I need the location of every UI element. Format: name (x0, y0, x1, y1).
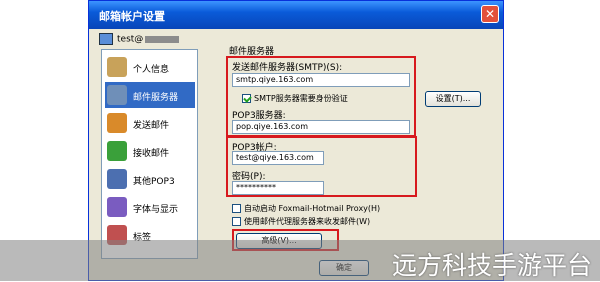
password-input[interactable]: ********** (232, 181, 324, 195)
category-item-send[interactable]: 发送邮件 (105, 110, 195, 136)
category-item-pop3[interactable]: 其他POP3 (105, 166, 195, 192)
account-name-blur (145, 35, 180, 43)
receive-mail-icon (107, 141, 127, 161)
smtp-server-input[interactable]: smtp.qiye.163.com (232, 73, 410, 87)
foxmail-proxy-option[interactable]: 自动启动 Foxmail-Hotmail Proxy(H) (232, 203, 380, 214)
account-name: test@ (117, 34, 144, 45)
category-item-font[interactable]: 字体与显示 (105, 194, 195, 220)
mail-proxy-checkbox[interactable] (232, 217, 241, 226)
category-item-receive[interactable]: 接收邮件 (105, 138, 195, 164)
category-label: 字体与显示 (133, 205, 179, 215)
smtp-auth-label: SMTP服务器需要身份验证 (254, 94, 348, 103)
mail-proxy-option[interactable]: 使用邮件代理服务器来收发邮件(W) (232, 216, 370, 227)
window-title: 邮箱帐户设置 (99, 10, 165, 23)
category-label: 发送邮件 (133, 121, 170, 131)
category-label: 接收邮件 (133, 149, 170, 159)
user-card-icon (107, 57, 127, 77)
mail-proxy-label: 使用邮件代理服务器来收发邮件(W) (244, 217, 371, 226)
settings-button[interactable]: 设置(T)... (425, 91, 481, 107)
smtp-auth-checkbox[interactable] (242, 94, 251, 103)
pop3-icon (107, 169, 127, 189)
account-header: test@ (99, 33, 180, 45)
category-label: 邮件服务器 (133, 93, 179, 103)
close-button[interactable]: ✕ (481, 5, 499, 23)
smtp-label: 发送邮件服务器(SMTP)(S): (232, 63, 343, 73)
title-bar[interactable]: 邮箱帐户设置 ✕ (89, 1, 503, 29)
send-mail-icon (107, 113, 127, 133)
category-item-personal[interactable]: 个人信息 (105, 54, 195, 80)
font-icon (107, 197, 127, 217)
category-list: 个人信息 邮件服务器 发送邮件 接收邮件 其他POP3 字体与显示 标签 (101, 49, 198, 259)
mailbox-settings-dialog: 邮箱帐户设置 ✕ test@ 个人信息 邮件服务器 发送邮件 接收邮件 其他PO… (88, 0, 504, 281)
category-label: 其他POP3 (133, 177, 175, 187)
smtp-auth-option[interactable]: SMTP服务器需要身份验证 (242, 93, 348, 104)
foxmail-proxy-checkbox[interactable] (232, 204, 241, 213)
pop3-server-input[interactable]: pop.qiye.163.com (232, 120, 410, 134)
account-icon (99, 33, 113, 45)
server-icon (107, 85, 127, 105)
category-label: 个人信息 (133, 65, 170, 75)
foxmail-proxy-label: 自动启动 Foxmail-Hotmail Proxy(H) (244, 204, 381, 213)
pop3-account-input[interactable]: test@qiye.163.com (232, 151, 324, 165)
category-item-mail-server[interactable]: 邮件服务器 (105, 82, 195, 108)
watermark-text: 远方科技手游平台 (391, 251, 592, 280)
group-title: 邮件服务器 (229, 47, 275, 57)
